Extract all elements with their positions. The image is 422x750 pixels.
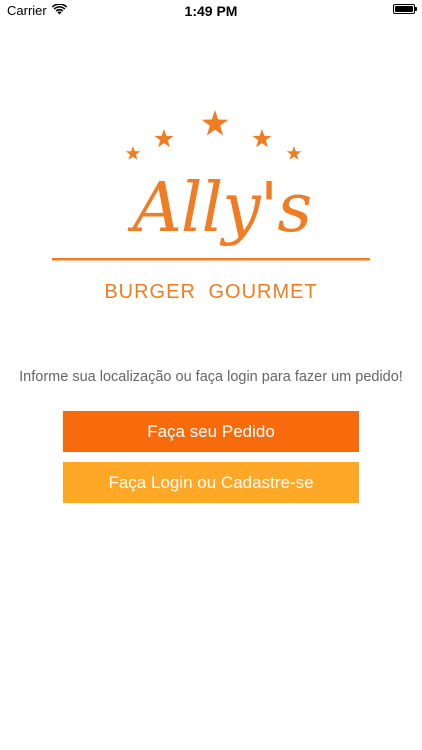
star-icon [286, 146, 302, 160]
place-order-label: Faça seu Pedido [147, 421, 275, 441]
battery-fill [395, 6, 413, 12]
battery-tip [415, 7, 417, 11]
status-time: 1:49 PM [184, 3, 238, 19]
place-order-button[interactable]: Faça seu Pedido [63, 411, 359, 452]
star-icon [201, 110, 229, 136]
star-icon [252, 129, 272, 148]
status-right [393, 4, 417, 14]
login-signup-label: Faça Login ou Cadastre-se [108, 472, 314, 492]
battery-icon [393, 4, 417, 14]
logo-script-name: Ally's [132, 169, 313, 248]
login-signup-button[interactable]: Faça Login ou Cadastre-se [63, 462, 359, 503]
status-bar: Carrier 1:49 PM [0, 0, 422, 22]
star-icon [154, 129, 174, 148]
star-icon [125, 146, 141, 160]
location-prompt: Informe sua localização ou faça login pa… [19, 369, 403, 385]
brand-logo: Ally's BURGER GOURMET [52, 105, 370, 305]
screen: Carrier 1:49 PM Ally's BURGER GOURMET In… [0, 0, 422, 750]
logo-subtitle: BURGER GOURMET [104, 281, 318, 303]
